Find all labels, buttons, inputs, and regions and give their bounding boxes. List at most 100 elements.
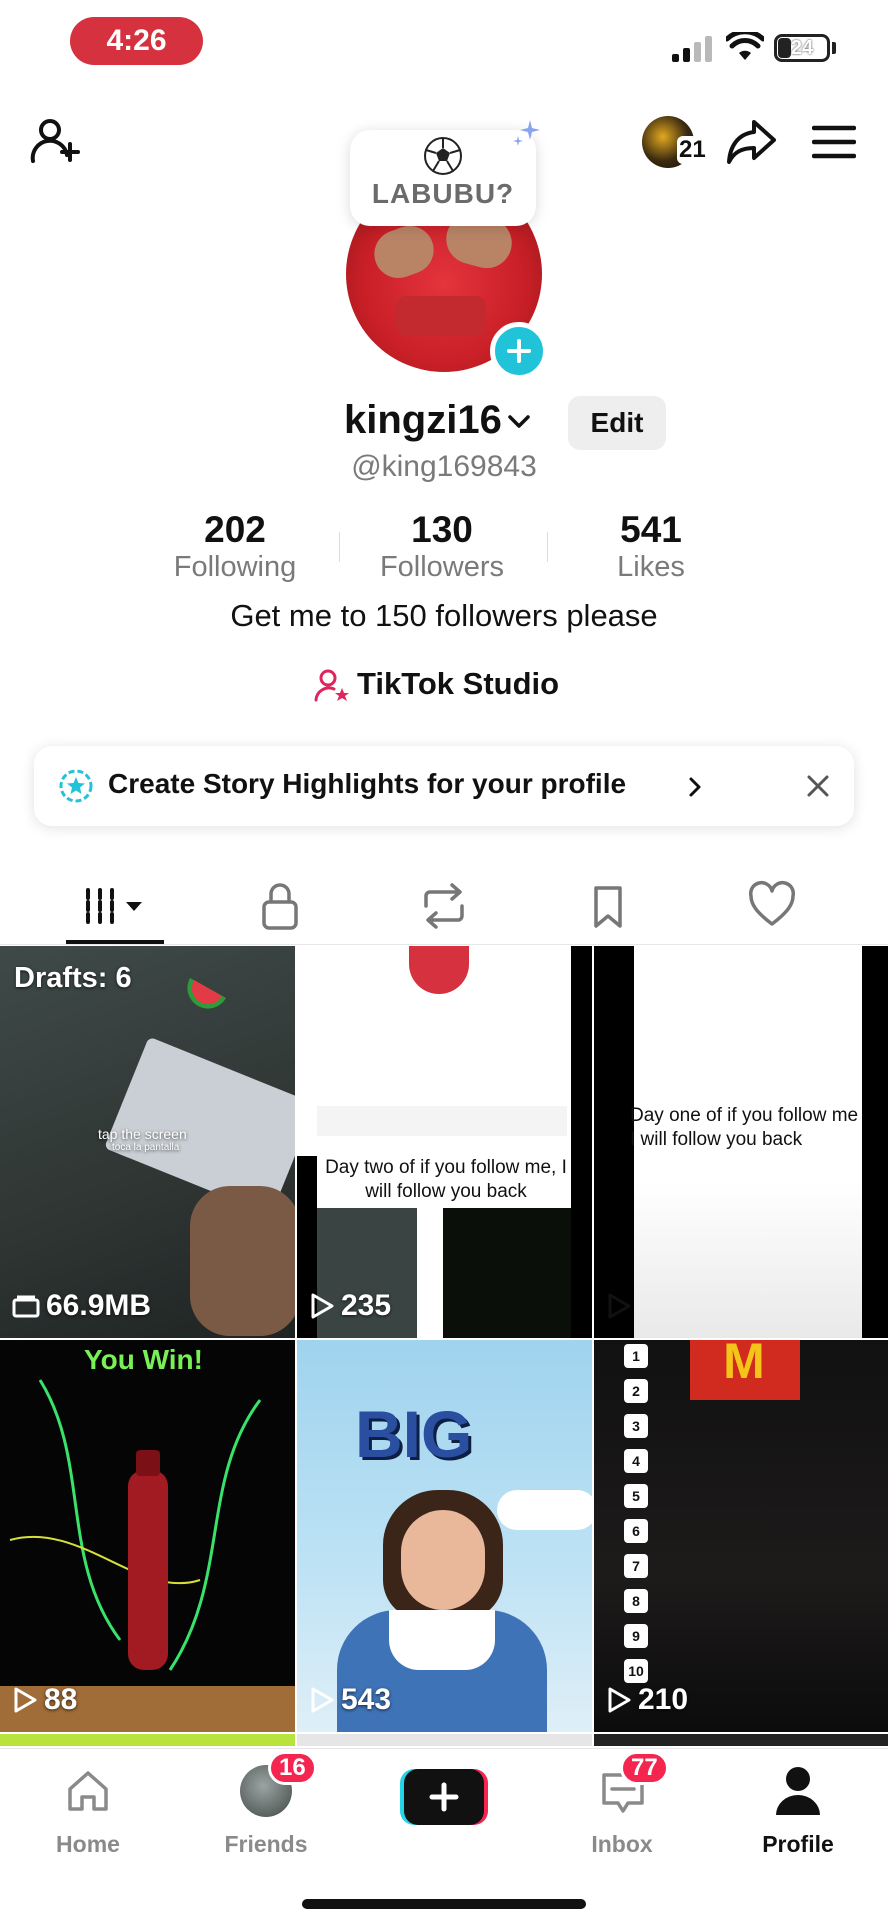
video2-views: 235 [341, 1289, 392, 1322]
step-number: 7 [624, 1554, 648, 1578]
chevron-down-icon [508, 415, 530, 428]
add-story-button[interactable] [490, 322, 548, 380]
step-number: 6 [624, 1519, 648, 1543]
chevron-right-icon [689, 777, 701, 797]
step-number: 1 [624, 1344, 648, 1368]
video4-caption: You Win! [84, 1344, 203, 1375]
create-video-button[interactable] [400, 1769, 488, 1825]
stat-followers-label: Followers [379, 551, 505, 583]
inbox-badge: 77 [620, 1751, 669, 1785]
nav-friends-label: Friends [224, 1831, 308, 1857]
edit-profile-button[interactable]: Edit [568, 396, 666, 450]
tiktok-studio-label: TikTok Studio [357, 666, 560, 701]
visitor-count: 21 [677, 136, 708, 164]
video-tile-2[interactable]: Day two of if you follow me, I will foll… [297, 946, 592, 1338]
drafts-tap-sub: toca la pantalla [112, 1142, 180, 1153]
step-number: 4 [624, 1449, 648, 1473]
video5-views: 543 [341, 1683, 392, 1716]
stat-following-value: 202 [204, 509, 266, 550]
videos-grid-icon [86, 888, 142, 924]
nav-friends[interactable]: 16 Friends [196, 1751, 336, 1863]
step-number: 3 [624, 1414, 648, 1438]
play-icon [608, 1293, 631, 1319]
visitor-avatar-button[interactable]: 21 [642, 116, 708, 168]
bookmark-icon [594, 886, 622, 928]
user-handle: @king169843 [351, 450, 537, 483]
nav-home-label: Home [56, 1831, 120, 1857]
profile-note-text: LABUBU? [371, 178, 515, 209]
video5-caption: BIG [355, 1397, 473, 1471]
storage-icon [12, 1295, 40, 1318]
status-bar: 4:26 24 [0, 0, 888, 90]
step-number: 5 [624, 1484, 648, 1508]
video-tile-5[interactable]: BIG 543 [297, 1340, 592, 1732]
play-icon [14, 1687, 37, 1713]
tab-saved[interactable] [588, 876, 628, 936]
stat-likes-label: Likes [617, 551, 685, 583]
stat-following[interactable]: 202 Following [140, 510, 330, 584]
nav-profile-label: Profile [762, 1831, 834, 1857]
watermelon-icon [187, 978, 226, 1009]
heart-icon [748, 881, 796, 926]
video-grid: Drafts: 6 tap the screen toca la pantall… [0, 946, 888, 1746]
drafts-label: Drafts: 6 [14, 962, 132, 994]
profile-icon [776, 1767, 820, 1815]
soccer-ball-icon [424, 137, 462, 175]
step-number: 2 [624, 1379, 648, 1403]
profile-bio: Get me to 150 followers please [230, 598, 658, 633]
username-row[interactable]: kingzi16 [0, 398, 888, 448]
menu-icon[interactable] [812, 124, 856, 160]
profile-stats: 202 Following 130 Followers 541 Likes [140, 510, 724, 590]
friends-badge: 16 [268, 1751, 317, 1785]
battery-icon: 24 [774, 34, 830, 62]
share-icon[interactable] [726, 118, 778, 166]
video-tile-6[interactable]: M 1 2 3 4 5 6 7 8 9 10 210 [594, 1340, 888, 1732]
tab-private[interactable] [256, 876, 304, 936]
nav-home[interactable]: Home [18, 1763, 158, 1863]
nav-inbox-label: Inbox [591, 1831, 653, 1857]
tab-liked[interactable] [748, 876, 796, 936]
sparkle-icon [513, 120, 540, 146]
video2-caption: Day two of if you follow me, I will foll… [325, 1157, 567, 1202]
signal-icon [672, 36, 712, 62]
lock-icon [262, 883, 298, 930]
repost-icon [424, 883, 464, 929]
story-highlights-banner[interactable]: Create Story Highlights for your profile [34, 746, 854, 826]
profile-note-bubble[interactable]: LABUBU? [350, 130, 536, 226]
step-number: 8 [624, 1589, 648, 1613]
bottom-nav: Home 16 Friends 77 Inbox Profile [0, 1748, 888, 1920]
drafts-tile[interactable]: Drafts: 6 tap the screen toca la pantall… [0, 946, 295, 1338]
stat-following-label: Following [173, 551, 297, 583]
step-number: 9 [624, 1624, 648, 1648]
drafts-size: 66.9MB [46, 1289, 152, 1322]
stat-likes-value: 541 [620, 509, 682, 550]
home-indicator [302, 1899, 586, 1909]
drafts-tap-text: tap the screen [98, 1126, 187, 1142]
play-icon [608, 1687, 631, 1713]
wifi-icon [726, 32, 764, 60]
creator-star-icon [314, 669, 349, 702]
home-icon [68, 1771, 108, 1811]
video4-views: 88 [44, 1683, 78, 1716]
story-highlights-text: Create Story Highlights for your profile [108, 768, 627, 799]
play-icon [311, 1293, 334, 1319]
tab-reposts[interactable] [418, 876, 470, 936]
tab-videos[interactable] [82, 876, 152, 936]
battery-level: 24 [790, 36, 814, 59]
nav-profile[interactable]: Profile [728, 1763, 868, 1863]
video-tile-3[interactable]: Day one of if you follow me I will follo… [594, 946, 888, 1338]
video6-views: 210 [638, 1683, 689, 1716]
tiktok-studio-link[interactable]: TikTok Studio [0, 664, 888, 708]
close-icon[interactable] [806, 774, 830, 798]
video-tile-4[interactable]: You Win! 88 [0, 1340, 295, 1732]
step-number-column: 1 2 3 4 5 6 7 8 9 10 [624, 1344, 648, 1694]
stat-likes[interactable]: 541 Likes [556, 510, 746, 584]
highlight-star-icon [59, 769, 93, 803]
username: kingzi16 [344, 398, 502, 442]
step-number: 10 [624, 1659, 648, 1683]
stat-followers[interactable]: 130 Followers [347, 510, 537, 584]
add-friend-icon[interactable] [30, 118, 80, 164]
play-icon [311, 1687, 334, 1713]
nav-inbox[interactable]: 77 Inbox [552, 1751, 692, 1863]
video3-caption: Day one of if you follow me I will follo… [630, 1105, 859, 1150]
